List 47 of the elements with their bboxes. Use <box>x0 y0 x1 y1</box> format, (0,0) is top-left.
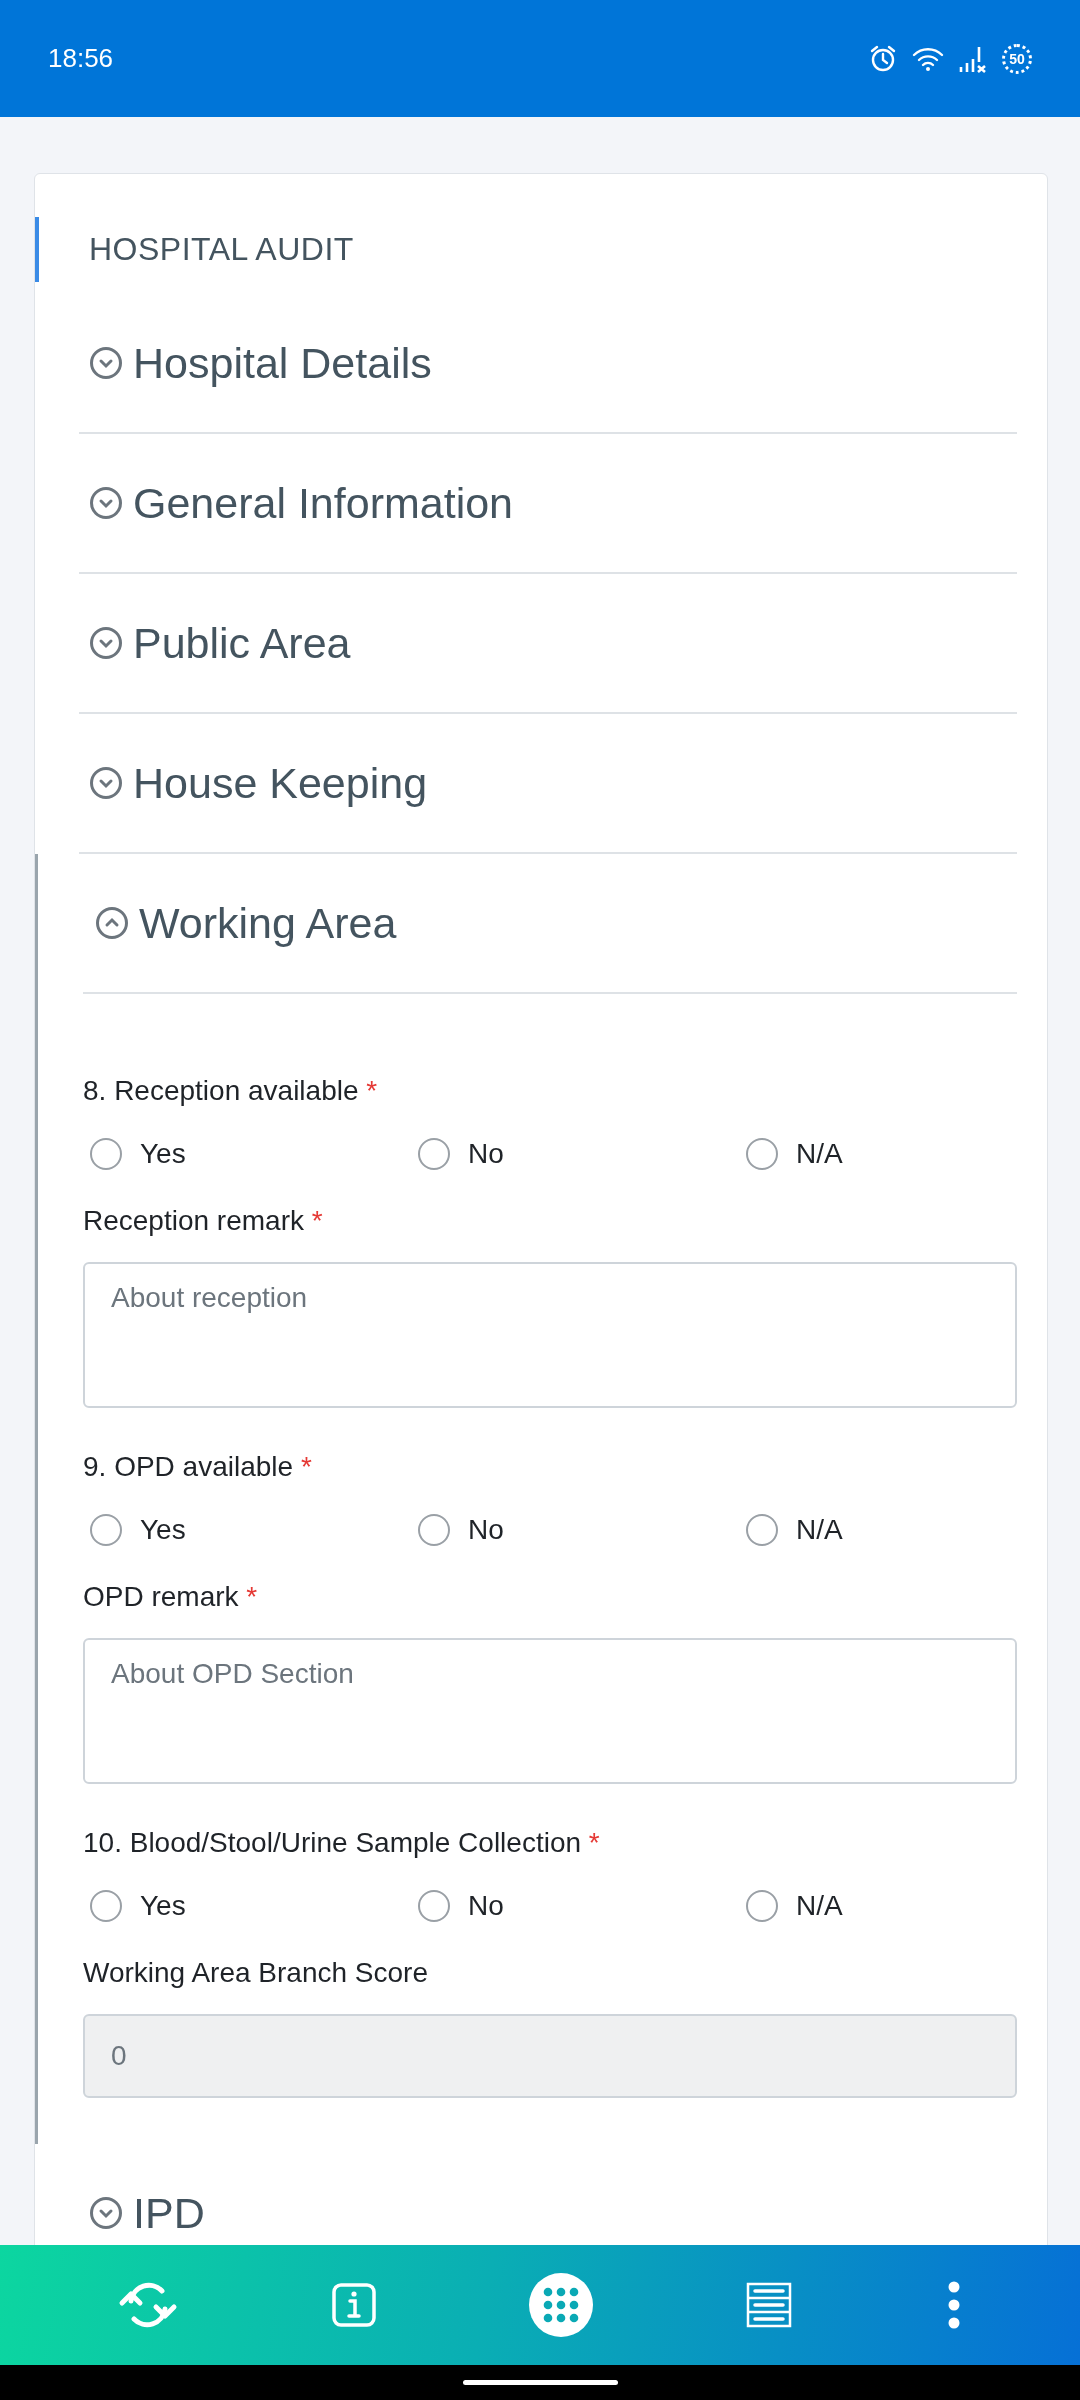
form-title: HOSPITAL AUDIT <box>89 231 354 268</box>
question-label: 9. OPD available * <box>83 1450 313 1484</box>
radio-button[interactable] <box>90 1890 122 1922</box>
question-label: 10. Blood/Stool/Urine Sample Collection * <box>83 1826 601 1860</box>
status-time: 18:56 <box>48 43 114 74</box>
chevron-down-icon <box>89 2196 123 2230</box>
radio-button[interactable] <box>90 1514 122 1546</box>
radio-button[interactable] <box>418 1138 450 1170</box>
radio-option[interactable]: No <box>418 1884 746 1928</box>
radio-option[interactable]: No <box>418 1508 746 1552</box>
radio-option[interactable]: N/A <box>746 1132 1017 1176</box>
field-label: Reception remark * <box>83 1204 324 1238</box>
section-header[interactable]: House Keeping <box>79 714 1017 854</box>
home-indicator[interactable] <box>462 2380 618 2385</box>
chevron-down-icon <box>89 346 123 380</box>
field-label: Working Area Branch Score <box>83 1956 429 1990</box>
radio-button[interactable] <box>746 1890 778 1922</box>
remark-field[interactable]: About OPD Section <box>83 1638 1017 1784</box>
radio-option[interactable]: N/A <box>746 1508 1017 1552</box>
section-header[interactable]: General Information <box>79 434 1017 574</box>
chevron-down-icon <box>89 766 123 800</box>
field-label: OPD remark * <box>83 1580 259 1614</box>
radio-button[interactable] <box>746 1138 778 1170</box>
wifi-icon <box>912 45 944 72</box>
radio-button[interactable] <box>418 1890 450 1922</box>
radio-button[interactable] <box>418 1514 450 1546</box>
alarm-icon <box>868 43 898 74</box>
radio-option[interactable]: Yes <box>90 1132 418 1176</box>
radio-button[interactable] <box>746 1514 778 1546</box>
chevron-up-icon <box>95 906 129 940</box>
question-label: 8. Reception available * <box>83 1074 379 1108</box>
chevron-down-icon <box>89 486 123 520</box>
radio-option[interactable]: Yes <box>90 1508 418 1552</box>
section-header[interactable]: Public Area <box>79 574 1017 714</box>
info-icon[interactable] <box>332 2283 376 2327</box>
battery-level: 50 <box>1002 43 1032 74</box>
score-field: 0 <box>83 2014 1017 2098</box>
remark-field[interactable]: About reception <box>83 1262 1017 1408</box>
section-header[interactable]: Hospital Details <box>79 294 1017 434</box>
radio-option[interactable]: Yes <box>90 1884 418 1928</box>
radio-option[interactable]: N/A <box>746 1884 1017 1928</box>
list-icon[interactable] <box>746 2282 792 2328</box>
section-header[interactable]: Working Area <box>83 854 1017 994</box>
grid-icon[interactable] <box>528 2272 594 2338</box>
chevron-down-icon <box>89 626 123 660</box>
radio-option[interactable]: No <box>418 1132 746 1176</box>
radio-button[interactable] <box>90 1138 122 1170</box>
